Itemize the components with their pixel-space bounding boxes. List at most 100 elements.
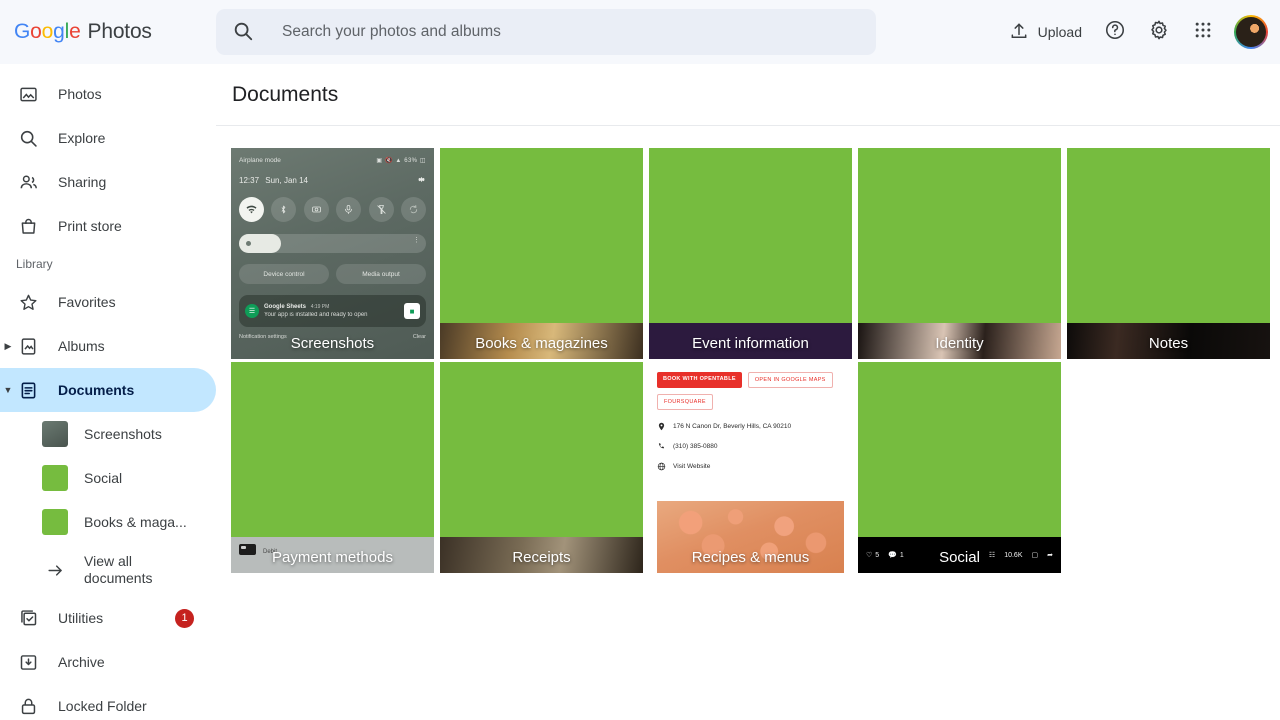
website-row: Visit Website: [657, 462, 844, 471]
app-header: Google Photos Search your photos and alb…: [0, 0, 1280, 64]
utilities-badge: 1: [175, 608, 194, 628]
subitem-label: Screenshots: [84, 426, 162, 442]
document-tile-screenshots[interactable]: Airplane mode ▣ 🔇 ▲ 63% ◫ 12:37 Sun, Jan…: [231, 148, 434, 359]
tile-caption: Screenshots: [290, 335, 375, 352]
qs-time: 12:37: [239, 176, 260, 185]
photo-icon: [16, 82, 40, 106]
wifi-toggle[interactable]: [239, 197, 264, 222]
document-icon: [16, 378, 40, 402]
restaurant-phone[interactable]: (310) 385-0880: [673, 443, 717, 450]
microphone-toggle[interactable]: [336, 197, 362, 222]
auto-rotate-toggle[interactable]: [400, 197, 426, 222]
sidebar-item-sharing[interactable]: Sharing: [0, 160, 216, 204]
sidebar-label: Photos: [58, 86, 102, 102]
sidebar-label: Archive: [58, 654, 105, 670]
open-in-google-maps-button[interactable]: OPEN IN GOOGLE MAPS: [747, 372, 833, 388]
settings-button[interactable]: [1139, 12, 1179, 52]
media-output-button[interactable]: Media output: [336, 264, 426, 284]
documents-grid: Airplane mode ▣ 🔇 ▲ 63% ◫ 12:37 Sun, Jan…: [216, 126, 1280, 573]
slider-more-icon[interactable]: ⋮: [413, 237, 420, 244]
star-icon: [16, 290, 40, 314]
tile-caption: Social: [939, 549, 980, 566]
gear-icon: [417, 175, 426, 186]
qs-datetime: 12:37 Sun, Jan 14: [239, 176, 308, 185]
document-tile-recipes-menus[interactable]: BOOK WITH OPENTABLE OPEN IN GOOGLE MAPS …: [649, 362, 852, 573]
address-row: 176 N Canon Dr, Beverly Hills, CA 90210: [657, 422, 844, 431]
sidebar-subitem-books-magazines[interactable]: Books & maga...: [0, 500, 216, 544]
phone-row: (310) 385-0880: [657, 442, 844, 451]
chevron-right-icon[interactable]: ▶: [2, 340, 14, 352]
sidebar-label: Favorites: [58, 294, 116, 310]
album-icon: [16, 334, 40, 358]
sidebar-subitem-social[interactable]: Social: [0, 456, 216, 500]
search-input[interactable]: Search your photos and albums: [216, 9, 876, 55]
tile-caption: Event information: [692, 335, 809, 352]
avatar[interactable]: [1234, 15, 1268, 49]
main-content: Documents Airplane mode ▣ 🔇 ▲ 63% ◫ 12:3…: [216, 64, 1280, 720]
notification-text: Google Sheets 4:19 PM Your app is instal…: [264, 303, 399, 319]
document-tile-notes[interactable]: Notes: [1067, 148, 1270, 359]
notification-thumbnail: ■: [404, 303, 420, 319]
sim-icon: ▣: [376, 158, 383, 164]
subitem-label: Social: [84, 470, 123, 486]
sidebar-item-documents[interactable]: ▼ Documents: [0, 368, 216, 412]
page-header: Documents: [216, 64, 1280, 126]
sidebar-item-photos[interactable]: Photos: [0, 72, 216, 116]
notification-time: 4:19 PM: [310, 303, 330, 310]
brand-logo[interactable]: Google Photos: [0, 20, 216, 44]
document-tile-social[interactable]: ♡ 5 💬 1 ☷ 10.6K ▢ ➦ Social: [858, 362, 1061, 573]
document-tile-payment-methods[interactable]: Debit Payment methods: [231, 362, 434, 573]
search-placeholder: Search your photos and albums: [282, 23, 501, 40]
tile-caption: Payment methods: [272, 549, 393, 566]
chevron-down-icon[interactable]: ▼: [2, 384, 14, 396]
signal-icon: ▲: [395, 157, 402, 164]
camera-toggle[interactable]: [303, 197, 329, 222]
sidebar-view-all-documents[interactable]: View all documents: [0, 544, 216, 596]
slider-knob[interactable]: [239, 234, 281, 253]
document-tile-event-information[interactable]: Event information: [649, 148, 852, 359]
notification-card[interactable]: ☰ Google Sheets 4:19 PM Your app is inst…: [239, 295, 426, 327]
device-control-button[interactable]: Device control: [239, 264, 329, 284]
document-tile-books-magazines[interactable]: Books & magazines: [440, 148, 643, 359]
sidebar-item-locked-folder[interactable]: Locked Folder: [0, 684, 216, 720]
restaurant-details: 176 N Canon Dr, Beverly Hills, CA 90210 …: [657, 422, 844, 471]
bluetooth-toggle[interactable]: [271, 197, 297, 222]
people-icon: [16, 170, 40, 194]
sidebar-item-print-store[interactable]: Print store: [0, 204, 216, 248]
shopping-bag-icon: [16, 214, 40, 238]
help-button[interactable]: [1095, 12, 1135, 52]
brightness-slider[interactable]: ⋮: [239, 234, 426, 253]
sidebar-label: Documents: [58, 382, 135, 398]
archive-icon: [16, 650, 40, 674]
sidebar: Photos Explore Sharing Print store Libra…: [0, 64, 216, 720]
sidebar-item-archive[interactable]: Archive: [0, 640, 216, 684]
foursquare-button[interactable]: FOURSQUARE: [657, 394, 713, 410]
book-with-opentable-button[interactable]: BOOK WITH OPENTABLE: [657, 372, 742, 388]
search-icon: [232, 20, 256, 44]
upload-icon: [1009, 21, 1029, 44]
upload-button[interactable]: Upload: [1000, 12, 1091, 52]
sidebar-item-utilities[interactable]: Utilities 1: [0, 596, 216, 640]
sidebar-item-favorites[interactable]: Favorites: [0, 280, 216, 324]
tile-caption: Recipes & menus: [691, 549, 810, 566]
document-tile-receipts[interactable]: Receipts: [440, 362, 643, 573]
document-tile-identity[interactable]: Identity: [858, 148, 1061, 359]
flashlight-toggle[interactable]: [368, 197, 394, 222]
restaurant-address: 176 N Canon Dr, Beverly Hills, CA 90210: [673, 423, 792, 430]
visit-website-link[interactable]: Visit Website: [673, 463, 710, 470]
sidebar-label: Explore: [58, 130, 106, 146]
battery-icon: ◫: [419, 158, 426, 164]
tile-caption: Identity: [935, 335, 984, 352]
apps-button[interactable]: [1183, 12, 1223, 52]
sidebar-item-albums[interactable]: ▶ Albums: [0, 324, 216, 368]
header-actions: Upload: [1000, 12, 1280, 52]
arrow-right-icon: [42, 561, 68, 580]
tile-caption: Receipts: [512, 549, 571, 566]
search-icon: [16, 126, 40, 150]
subitem-label: Books & maga...: [84, 514, 187, 530]
sidebar-item-explore[interactable]: Explore: [0, 116, 216, 160]
qs-status-row: Airplane mode ▣ 🔇 ▲ 63% ◫: [239, 157, 426, 164]
battery-percent: 63%: [404, 157, 418, 164]
sidebar-subitem-screenshots[interactable]: Screenshots: [0, 412, 216, 456]
green-thumb: [42, 509, 68, 535]
